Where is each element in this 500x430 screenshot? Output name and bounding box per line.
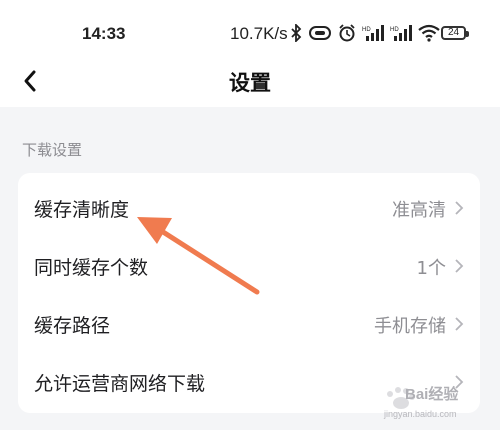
page-title: 设置 bbox=[229, 71, 271, 95]
alarm-icon bbox=[338, 24, 356, 42]
watermark-brand: Bai经验 bbox=[405, 386, 459, 403]
setting-label: 缓存清晰度 bbox=[34, 199, 130, 221]
battery-icon: 24 bbox=[441, 26, 469, 40]
section-label: 下载设置 bbox=[22, 141, 83, 159]
status-icons: HD HD bbox=[290, 22, 440, 44]
hd-signal-icon: HD bbox=[390, 24, 412, 42]
network-speed: 10.7K/s bbox=[230, 24, 288, 43]
watermark-url: jingyan.baidu.com bbox=[384, 409, 457, 419]
setting-value: 准高清 bbox=[392, 200, 446, 221]
setting-cache-quality[interactable]: 缓存清晰度 准高清 bbox=[18, 179, 480, 237]
vibrate-icon bbox=[308, 25, 332, 41]
setting-value: 1个 bbox=[416, 258, 446, 279]
wifi-icon bbox=[418, 24, 440, 42]
status-time: 14:33 bbox=[82, 24, 126, 43]
svg-text:HD: HD bbox=[362, 27, 371, 33]
chevron-right-icon bbox=[454, 316, 464, 332]
setting-label: 同时缓存个数 bbox=[34, 257, 149, 279]
chevron-right-icon bbox=[454, 258, 464, 274]
svg-text:HD: HD bbox=[390, 27, 399, 33]
setting-cache-path[interactable]: 缓存路径 手机存储 bbox=[18, 295, 480, 353]
chevron-right-icon bbox=[454, 200, 464, 216]
hd-signal-icon: HD bbox=[362, 24, 384, 42]
battery-level: 24 bbox=[447, 27, 460, 38]
bluetooth-icon bbox=[290, 24, 302, 42]
nav-bar: 设置 bbox=[0, 55, 500, 107]
status-bar: 14:33 10.7K/s HD HD 24 bbox=[0, 0, 500, 62]
setting-label: 允许运营商网络下载 bbox=[34, 373, 206, 395]
setting-label: 缓存路径 bbox=[34, 315, 111, 337]
setting-value: 手机存储 bbox=[374, 316, 446, 337]
setting-concurrent-downloads[interactable]: 同时缓存个数 1个 bbox=[18, 237, 480, 295]
